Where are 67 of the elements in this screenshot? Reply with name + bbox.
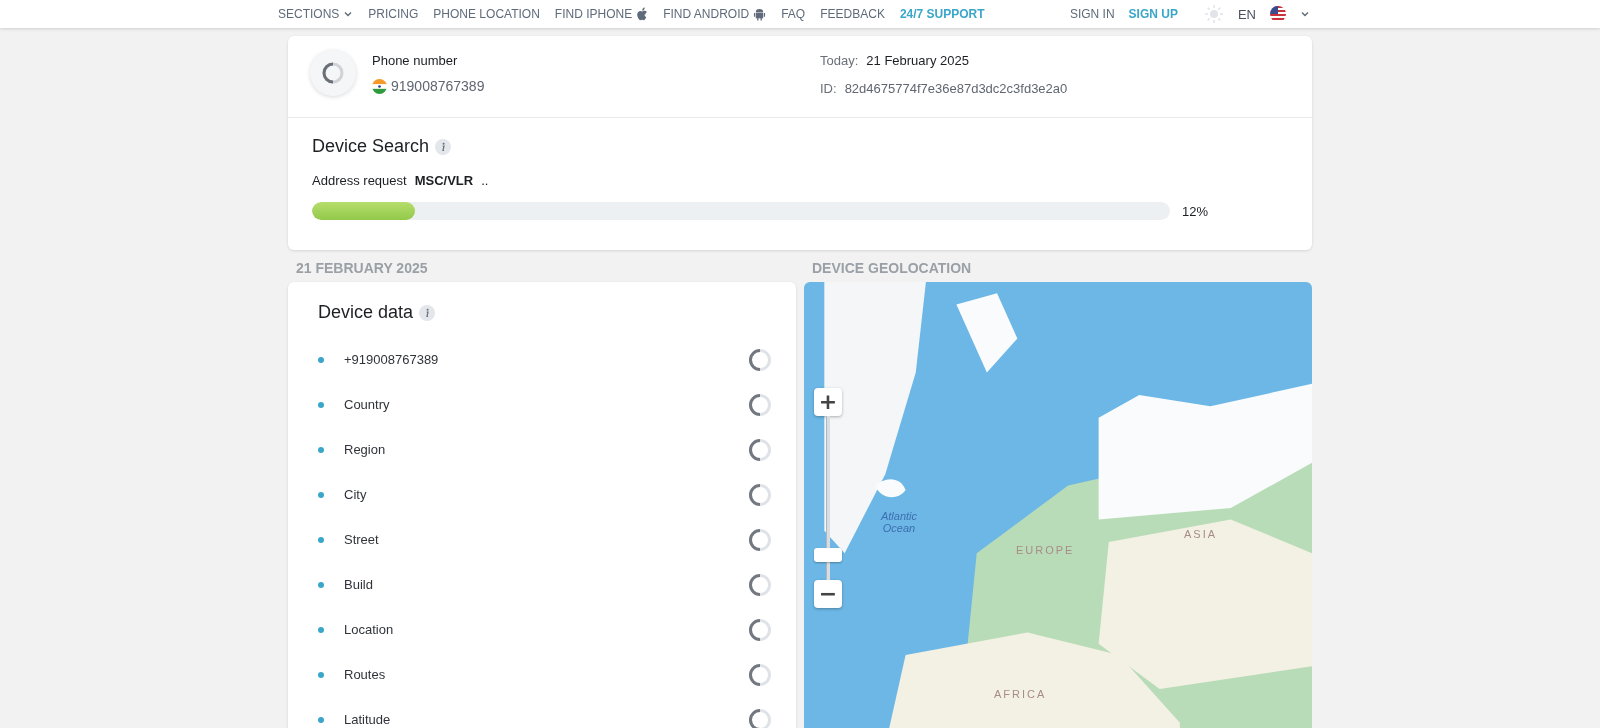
loading-spinner-icon — [748, 392, 772, 417]
bullet-icon — [318, 671, 324, 678]
phone-label: Phone number — [372, 53, 459, 68]
map-label: AFRICA — [994, 688, 1047, 700]
map-label: ASIA — [1184, 528, 1218, 540]
data-label: +919008767389 — [344, 352, 440, 367]
zoom-in-button[interactable]: + — [814, 388, 842, 416]
request-dots: .. — [481, 173, 489, 188]
nav-link[interactable]: FIND IPHONE — [554, 7, 649, 21]
date-heading: 21 FEBRUARY 2025 — [296, 260, 429, 276]
bullet-icon — [318, 401, 324, 408]
map-label: EUROPE — [1016, 544, 1075, 556]
data-label: Build — [344, 577, 374, 592]
nav-link[interactable]: FIND ANDROID — [663, 7, 767, 21]
section-title: Device data — [318, 302, 414, 323]
flag-icon — [372, 78, 387, 94]
bullet-icon — [318, 581, 324, 588]
id-value: 82d4675774f7e36e87d3dc2c3fd3e2a0 — [844, 81, 1068, 96]
data-label: Region — [344, 442, 387, 457]
zoom-out-button[interactable]: − — [814, 580, 842, 608]
data-label: Location — [344, 622, 395, 637]
loading-spinner-icon — [748, 707, 772, 728]
bullet-icon — [318, 626, 324, 633]
avatar-circle — [310, 50, 356, 96]
id-label: ID: — [820, 81, 837, 96]
loading-spinner-icon — [748, 662, 772, 687]
progress-percent: 12% — [1181, 203, 1208, 219]
sign-in-link[interactable]: SIGN IN — [1069, 7, 1115, 21]
chevron-icon[interactable] — [1300, 9, 1310, 19]
loading-spinner-icon — [748, 572, 772, 597]
loading-spinner-icon — [748, 347, 772, 372]
bullet-icon — [318, 536, 324, 543]
loading-spinner-icon — [748, 527, 772, 552]
nav-link[interactable]: PHONE LOCATION — [433, 7, 540, 21]
data-label: Country — [344, 397, 391, 412]
language-label[interactable]: EN — [1237, 6, 1256, 22]
flag-icon[interactable] — [1270, 6, 1286, 22]
request-value: MSC/VLR — [414, 173, 474, 188]
loading-spinner-icon — [748, 482, 772, 507]
bullet-icon — [318, 491, 324, 498]
info-icon[interactable] — [419, 304, 436, 321]
section-title: Device Search — [312, 136, 430, 157]
android-robot-icon[interactable] — [753, 7, 767, 21]
today-date: 21 February 2025 — [866, 53, 969, 68]
phone-number: 919008767389 — [391, 78, 485, 94]
nav-link[interactable]: FAQ — [781, 7, 806, 21]
bullet-icon — [318, 356, 324, 363]
data-label: Street — [344, 532, 380, 547]
bullet-icon — [318, 716, 324, 723]
data-label: City — [344, 487, 368, 502]
nav-link[interactable]: FEEDBACK — [820, 7, 885, 21]
nav-link[interactable]: PRICING — [368, 7, 419, 21]
loading-spinner-icon — [748, 617, 772, 642]
chevron-icon[interactable] — [343, 9, 354, 19]
info-icon[interactable] — [435, 138, 452, 155]
data-label: Routes — [344, 667, 387, 682]
data-label: Latitude — [344, 712, 392, 727]
map-label: Atlantic Ocean — [879, 510, 919, 534]
loading-spinner-icon — [748, 437, 772, 462]
geolocation-heading: DEVICE GEOLOCATION — [812, 260, 973, 276]
bullet-icon — [318, 446, 324, 453]
zoom-slider-thumb[interactable] — [814, 548, 842, 562]
nav-link[interactable]: SECTIONS — [278, 7, 354, 21]
request-label: Address request — [312, 173, 407, 188]
today-label: Today: — [820, 53, 859, 68]
apple-icon[interactable] — [636, 7, 649, 21]
map-view[interactable]: Atlantic Ocean EUROPE ASIA AFRICA + − — [804, 282, 1312, 728]
